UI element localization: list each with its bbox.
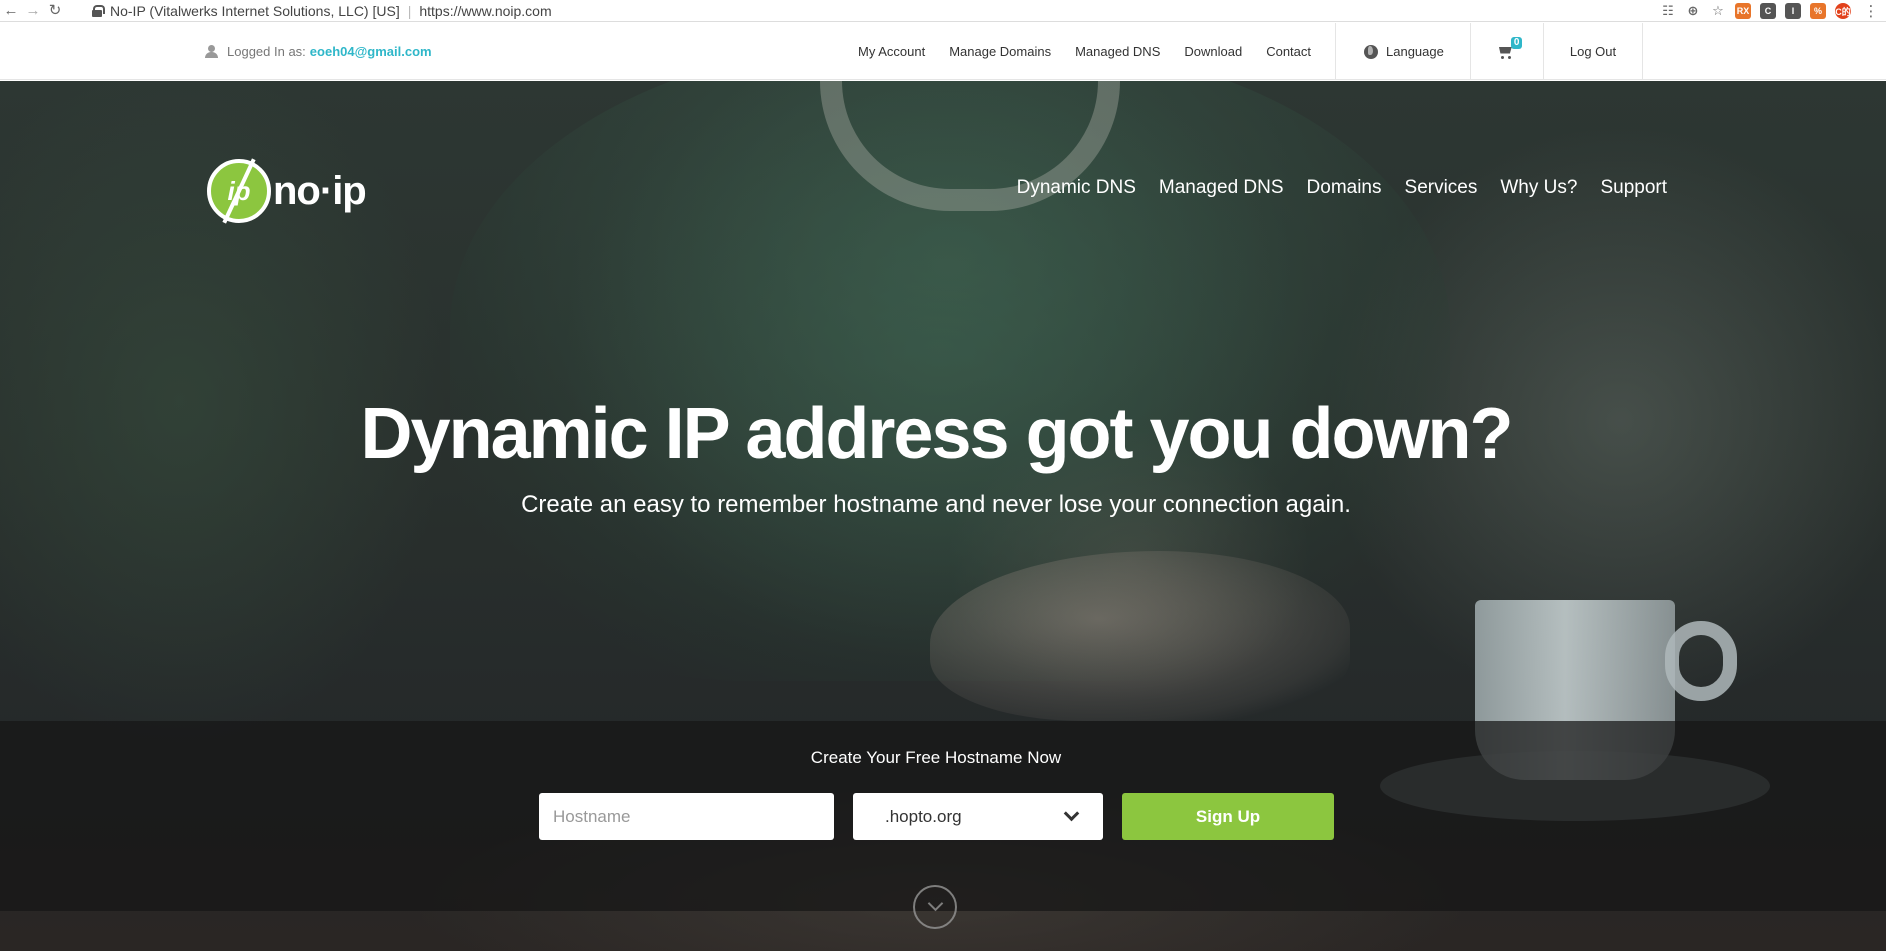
page-title: No-IP (Vitalwerks Internet Solutions, LL… xyxy=(110,2,400,19)
download-link[interactable]: Download xyxy=(1184,44,1242,59)
nav-managed-dns[interactable]: Managed DNS xyxy=(1159,177,1284,199)
manage-domains-link[interactable]: Manage Domains xyxy=(949,44,1051,59)
lock-icon xyxy=(92,4,105,17)
my-account-link[interactable]: My Account xyxy=(858,44,925,59)
url-text[interactable]: https://www.noip.com xyxy=(419,3,551,19)
rx-extension-icon[interactable]: RX xyxy=(1735,3,1751,19)
domain-select-value: .hopto.org xyxy=(885,806,962,826)
hostname-input[interactable] xyxy=(539,793,834,840)
chevron-down-icon xyxy=(1063,805,1080,822)
percent-extension-icon[interactable]: % xyxy=(1810,3,1826,19)
managed-dns-link[interactable]: Managed DNS xyxy=(1075,44,1160,59)
bookmark-star-icon[interactable]: ☆ xyxy=(1710,3,1726,19)
url-separator: | xyxy=(407,2,412,19)
nav-domains[interactable]: Domains xyxy=(1307,177,1382,199)
reload-icon[interactable]: ↻ xyxy=(44,1,66,21)
hero-background-cup-handle xyxy=(1665,621,1737,701)
divider xyxy=(1642,23,1644,80)
scroll-down-icon[interactable] xyxy=(913,885,957,929)
hero-subheadline: Create an easy to remember hostname and … xyxy=(521,491,1351,518)
user-icon xyxy=(205,45,218,58)
forward-icon[interactable]: → xyxy=(22,1,44,21)
nav-support[interactable]: Support xyxy=(1600,177,1667,199)
nav-services[interactable]: Services xyxy=(1405,177,1478,199)
contact-link[interactable]: Contact xyxy=(1266,44,1311,59)
hero-section: ip no·ip Dynamic DNS Managed DNS Domains… xyxy=(0,81,1886,951)
sign-up-button[interactable]: Sign Up xyxy=(1122,793,1334,840)
noip-logo-mark: ip xyxy=(207,159,271,223)
account-links: My Account Manage Domains Managed DNS Do… xyxy=(858,23,1644,80)
menu-icon[interactable]: ⋮ xyxy=(1860,1,1882,21)
domain-select[interactable]: .hopto.org xyxy=(853,793,1103,840)
zoom-icon[interactable]: ⊕ xyxy=(1685,3,1701,19)
nav-dynamic-dns[interactable]: Dynamic DNS xyxy=(1017,177,1136,199)
language-selector[interactable]: Language xyxy=(1336,23,1470,80)
i-extension-icon[interactable]: I xyxy=(1785,3,1801,19)
c-extension-icon[interactable]: C xyxy=(1760,3,1776,19)
cart-button[interactable]: 0 xyxy=(1471,23,1543,80)
browser-toolbar: ← → ↻ No-IP (Vitalwerks Internet Solutio… xyxy=(0,0,1886,22)
address-bar[interactable]: No-IP (Vitalwerks Internet Solutions, LL… xyxy=(92,0,1612,21)
signup-title: Create Your Free Hostname Now xyxy=(810,748,1062,767)
login-status: Logged In as: eoeh04@gmail.com xyxy=(205,23,432,80)
logged-in-label: Logged In as: xyxy=(227,44,306,59)
user-email-link[interactable]: eoeh04@gmail.com xyxy=(310,44,432,59)
logout-link[interactable]: Log Out xyxy=(1544,23,1642,80)
profile-extension-icon[interactable]: C的 xyxy=(1835,3,1851,19)
utility-bar: Logged In as: eoeh04@gmail.com My Accoun… xyxy=(0,23,1886,80)
back-icon[interactable]: ← xyxy=(0,1,22,21)
cart-count-badge: 0 xyxy=(1510,37,1523,49)
globe-icon xyxy=(1364,44,1379,59)
nav-why-us[interactable]: Why Us? xyxy=(1500,177,1577,199)
noip-logo[interactable]: ip no·ip xyxy=(207,159,367,223)
hero-headline: Dynamic IP address got you down? xyxy=(360,394,1514,474)
language-label: Language xyxy=(1386,44,1444,59)
noip-logo-text: no·ip xyxy=(273,168,367,213)
main-navigation: Dynamic DNS Managed DNS Domains Services… xyxy=(994,177,1667,199)
translate-icon[interactable]: ☷ xyxy=(1660,3,1676,19)
browser-actions: ☷ ⊕ ☆ RX C I % C的 ⋮ xyxy=(1660,0,1886,22)
